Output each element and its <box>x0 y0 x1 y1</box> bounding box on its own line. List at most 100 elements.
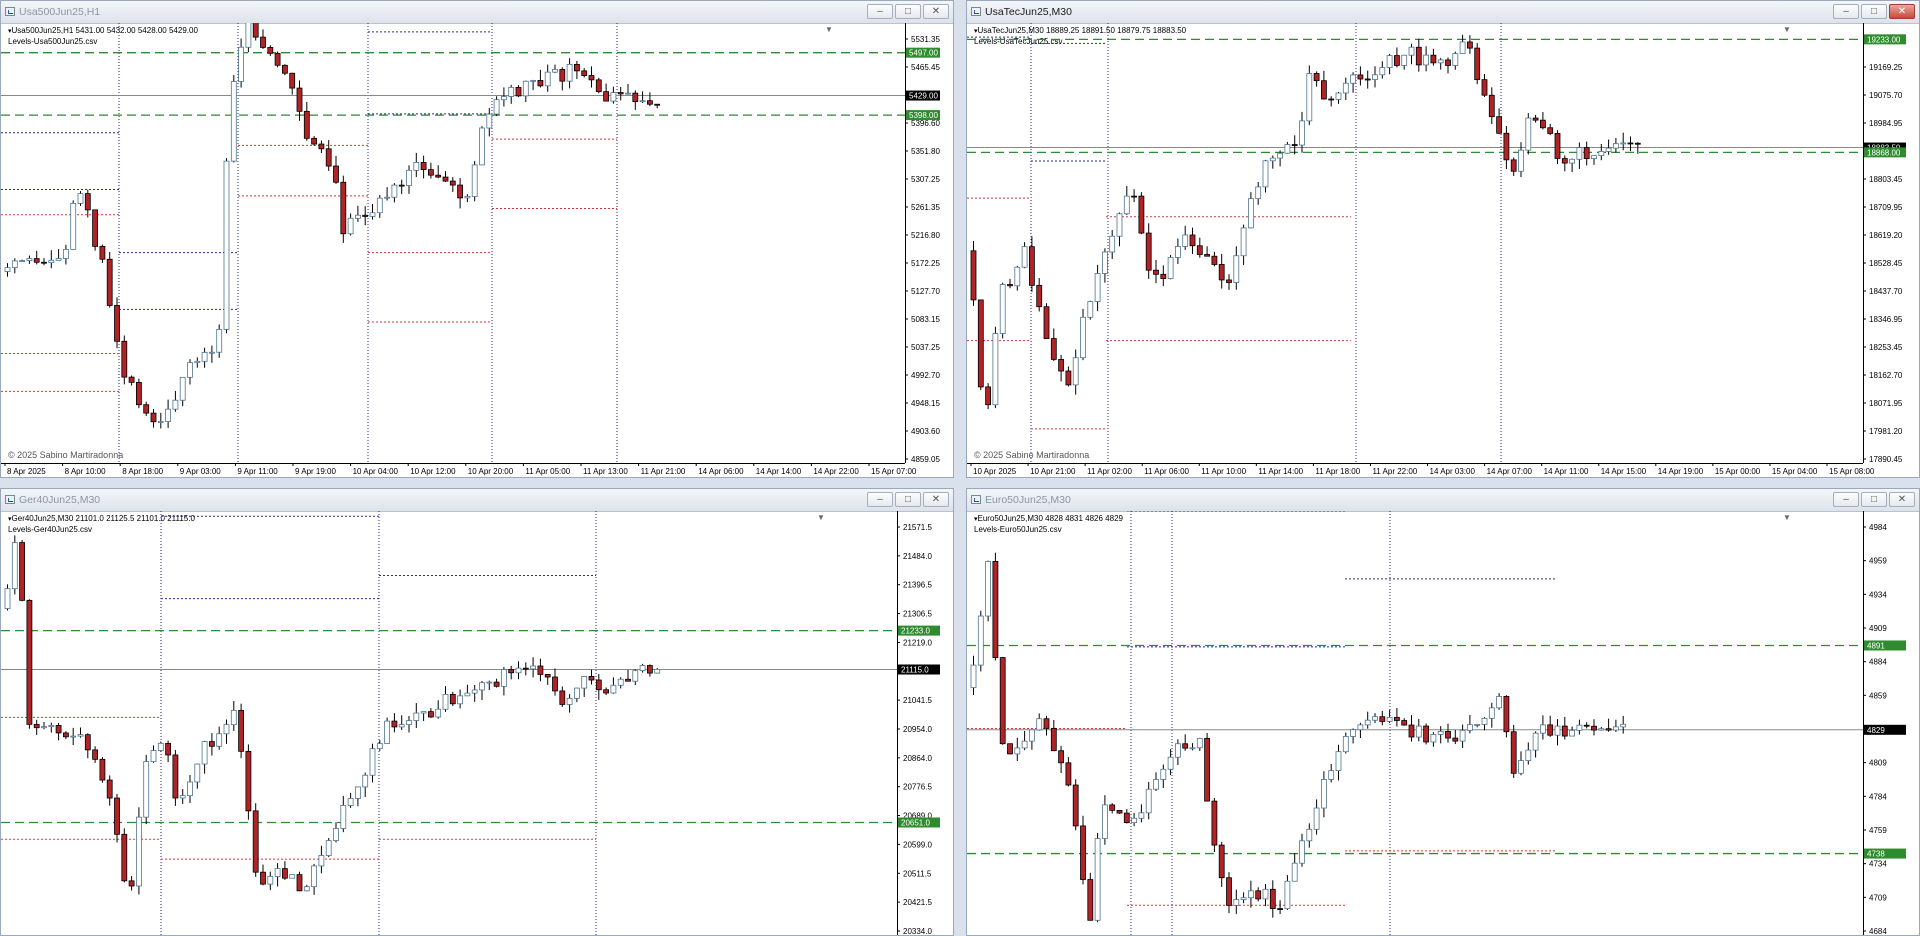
bear-candle <box>1036 284 1043 308</box>
bear-candle <box>977 299 984 388</box>
bull-candle <box>1247 198 1254 229</box>
bull-candle <box>1094 273 1101 302</box>
maximize-button[interactable]: □ <box>1861 4 1887 19</box>
bear-candle <box>559 69 566 82</box>
price-tick-label: 21041.5 <box>903 696 932 705</box>
maximize-button[interactable]: □ <box>895 492 921 507</box>
price-tick-label: 5216.80 <box>911 231 940 240</box>
close-button[interactable]: ✕ <box>923 492 949 507</box>
close-button[interactable]: ✕ <box>1889 492 1915 507</box>
price-chart[interactable]: Usa500Jun25,H1 5431.00 5432.00 5428.00 5… <box>1 23 953 477</box>
bull-candle <box>19 260 26 262</box>
bull-candle <box>1240 897 1247 900</box>
bull-candle <box>1021 740 1028 749</box>
window-titlebar[interactable]: Euro50Jun25,M30 – □ ✕ <box>967 489 1919 512</box>
chart-shift-icon[interactable]: ▼ <box>1783 513 1791 522</box>
time-tick-label: 15 Apr 08:00 <box>1829 467 1875 476</box>
bull-candle <box>289 874 296 879</box>
minimize-button[interactable]: – <box>867 4 893 19</box>
bear-candle <box>1393 716 1400 721</box>
close-button[interactable]: ✕ <box>1889 4 1915 19</box>
bull-candle <box>1036 718 1043 731</box>
bear-candle <box>135 381 142 406</box>
bull-candle <box>1153 779 1159 790</box>
bull-candle <box>70 203 77 250</box>
price-tick-label: 21306.5 <box>903 610 932 619</box>
bear-candle <box>303 110 310 139</box>
chart-shift-icon[interactable]: ▼ <box>825 25 833 34</box>
bear-candle <box>165 742 172 756</box>
time-tick-label: 11 Apr 22:00 <box>1372 467 1417 476</box>
bear-candle <box>1211 255 1218 265</box>
bull-candle <box>1452 53 1459 66</box>
bear-candle <box>1430 54 1437 64</box>
price-chart[interactable]: Euro50Jun25,M30 4828 4831 4826 4829Level… <box>967 511 1919 935</box>
bull-candle <box>610 684 617 694</box>
price-tick-label: 4784 <box>1869 792 1887 801</box>
price-tick-label: 4903.60 <box>911 427 940 436</box>
bear-candle <box>654 103 661 106</box>
bear-candle <box>128 376 135 383</box>
chart-window-euro50[interactable]: Euro50Jun25,M30 – □ ✕ Euro50Jun25,M30 48… <box>966 488 1920 936</box>
bear-candle <box>559 690 566 705</box>
bear-candle <box>1554 133 1561 159</box>
price-chart[interactable]: UsaTecJun25,M30 18889.25 18891.50 18879.… <box>967 23 1919 477</box>
window-titlebar[interactable]: Ger40Jun25,M30 – □ ✕ <box>1 489 953 512</box>
bull-candle <box>617 678 624 686</box>
price-chart[interactable]: Ger40Jun25,M30 21101.0 21125.5 21101.0 2… <box>1 511 953 935</box>
maximize-button[interactable]: □ <box>1861 492 1887 507</box>
bear-candle <box>544 674 551 678</box>
bear-candle <box>92 209 98 247</box>
bull-candle <box>552 69 558 73</box>
chart-window-usatec[interactable]: UsaTecJun25,M30 – □ ✕ UsaTecJun25,M30 18… <box>966 0 1920 478</box>
bull-candle <box>1116 213 1123 237</box>
bull-candle <box>1335 751 1342 772</box>
bull-candle <box>581 676 588 689</box>
price-tick-label: 20954.0 <box>903 725 932 734</box>
time-tick-label: 15 Apr 04:00 <box>1772 467 1818 476</box>
bull-candle <box>406 720 412 725</box>
chart-canvas: 4984495949344909488448594834480947844759… <box>967 511 1906 935</box>
price-tick-label: 5037.25 <box>911 343 940 352</box>
chart-window-usa500[interactable]: Usa500Jun25,H1 – □ ✕ Usa500Jun25,H1 5431… <box>0 0 954 478</box>
minimize-button[interactable]: – <box>867 492 893 507</box>
chart-window-ger40[interactable]: Ger40Jun25,M30 – □ ✕ Ger40Jun25,M30 2110… <box>0 488 954 936</box>
price-tick-label: 19075.70 <box>1869 91 1903 100</box>
bull-candle <box>274 868 281 877</box>
bear-candle <box>985 386 992 406</box>
bear-candle <box>128 880 135 887</box>
bear-candle <box>1627 142 1634 145</box>
bear-candle <box>603 689 609 694</box>
bear-candle <box>1488 94 1495 118</box>
bear-candle <box>106 258 113 306</box>
price-tag-label: 4829 <box>1867 726 1885 735</box>
bull-candle <box>1123 195 1130 215</box>
window-titlebar[interactable]: Usa500Jun25,H1 – □ ✕ <box>1 1 953 24</box>
price-tick-label: 17981.20 <box>1869 427 1903 436</box>
bull-candle <box>172 399 179 410</box>
time-tick-label: 11 Apr 10:00 <box>1201 467 1246 476</box>
bull-candle <box>639 100 646 103</box>
bull-candle <box>566 698 573 705</box>
bull-candle <box>384 196 391 199</box>
minimize-button[interactable]: – <box>1833 492 1859 507</box>
chart-shift-icon[interactable]: ▼ <box>1783 25 1791 34</box>
bull-candle <box>610 92 617 102</box>
price-tick-label: 18253.45 <box>1869 343 1903 352</box>
minimize-button[interactable]: – <box>1833 4 1859 19</box>
window-titlebar[interactable]: UsaTecJun25,M30 – □ ✕ <box>967 1 1919 24</box>
bear-candle <box>267 47 274 54</box>
price-tag-label: 20651.0 <box>901 818 930 827</box>
bull-candle <box>1167 756 1174 770</box>
bull-candle <box>63 249 69 259</box>
bull-candle <box>1101 804 1108 839</box>
price-tick-label: 4948.15 <box>911 399 940 408</box>
bull-candle <box>354 786 361 799</box>
time-tick-label: 11 Apr 06:00 <box>1144 467 1189 476</box>
chart-shift-icon[interactable]: ▼ <box>817 513 825 522</box>
price-tick-label: 4759 <box>1869 826 1887 835</box>
close-button[interactable]: ✕ <box>923 4 949 19</box>
maximize-button[interactable]: □ <box>895 4 921 19</box>
bull-candle <box>530 80 536 82</box>
bear-candle <box>1153 269 1159 275</box>
